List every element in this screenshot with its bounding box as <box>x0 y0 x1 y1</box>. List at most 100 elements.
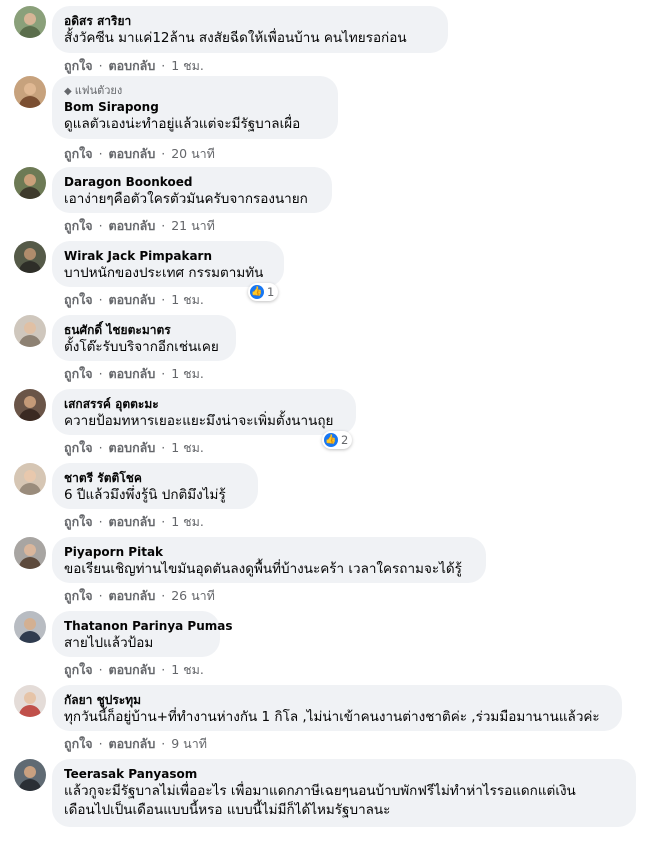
like-button[interactable]: ถูกใจ <box>64 736 93 751</box>
like-button[interactable]: ถูกใจ <box>64 440 93 455</box>
commenter-name[interactable]: Bom Sirapong <box>64 99 326 115</box>
timestamp[interactable]: 1 ชม. <box>171 440 204 455</box>
comment-bubble: ธนศักดิ์ ไชยตะมาตร ตั้งโต๊ะรับบริจากอีกเ… <box>52 315 236 361</box>
timestamp[interactable]: 1 ชม. <box>171 366 204 381</box>
commenter-name[interactable]: Daragon Boonkoed <box>64 174 320 190</box>
comment-bubble: ชาตรี รัตติโชค 6 ปีแล้วมึงพึ่งรู้นิ ปกติ… <box>52 463 258 509</box>
reply-button[interactable]: ตอบกลับ <box>109 736 156 751</box>
timestamp[interactable]: 9 นาที <box>171 736 207 751</box>
comment-text-line-2: เดือนไปเป็นเดือนแบบนี้หรอ แบบนี้ไม่มีก็ไ… <box>64 802 391 818</box>
separator: · <box>161 588 166 603</box>
comment-actions: ถูกใจ · ตอบกลับ · 1 ชม. <box>64 438 206 458</box>
separator: · <box>161 146 166 161</box>
reply-button[interactable]: ตอบกลับ <box>109 292 156 307</box>
commenter-name[interactable]: Thatanon Parinya Pumas <box>64 618 233 634</box>
reply-button[interactable]: ตอบกลับ <box>109 146 156 161</box>
comment-text: 6 ปีแล้วมึงพึ่งรู้นิ ปกติมึงไม่รู้ <box>64 487 226 503</box>
separator: · <box>98 662 103 677</box>
comment-bubble: Teerasak Panyasom แล้วกูจะมีรัฐบาลไม่เพื… <box>52 759 636 827</box>
comment-text: เอาง่ายๆคือตัวใครตัวมันครับจากรองนายก <box>64 191 308 207</box>
comment-text: ควายป้อมทหารเยอะแยะมึงน่าจะเพิ่มตั้งนานถ… <box>64 413 334 429</box>
reply-button[interactable]: ตอบกลับ <box>109 588 156 603</box>
reply-button[interactable]: ตอบกลับ <box>109 662 156 677</box>
comment-actions: ถูกใจ · ตอบกลับ · 21 นาที <box>64 216 217 236</box>
like-button[interactable]: ถูกใจ <box>64 58 93 73</box>
commenter-name[interactable]: ชาตรี รัตติโชค <box>64 470 246 486</box>
commenter-name[interactable]: Wirak Jack Pimpakarn <box>64 248 272 264</box>
like-button[interactable]: ถูกใจ <box>64 366 93 381</box>
avatar[interactable] <box>14 241 46 273</box>
like-button[interactable]: ถูกใจ <box>64 146 93 161</box>
separator: · <box>98 218 103 233</box>
reply-button[interactable]: ตอบกลับ <box>109 514 156 529</box>
separator: · <box>161 440 166 455</box>
comment-text: สั้งวัคซีน มาแค่12ล้าน สงสัยฉีดให้เพื่อน… <box>64 30 407 46</box>
like-button[interactable]: ถูกใจ <box>64 218 93 233</box>
comment-actions: ถูกใจ · ตอบกลับ · 1 ชม. <box>64 512 206 532</box>
separator: · <box>161 58 166 73</box>
timestamp[interactable]: 20 นาที <box>171 146 215 161</box>
comment-bubble: กัลยา ชูประทุม ทุกวันนี้ก็อยู่บ้าน+ที่ทำ… <box>52 685 622 731</box>
comment-actions: ถูกใจ · ตอบกลับ · 26 นาที <box>64 586 217 606</box>
badge-label: แฟนตัวยง <box>74 84 123 97</box>
like-thumb-icon: 👍 <box>250 285 264 299</box>
avatar[interactable] <box>14 167 46 199</box>
commenter-name[interactable]: Teerasak Panyasom <box>64 766 624 782</box>
avatar[interactable] <box>14 389 46 421</box>
reaction-number: 1 <box>267 285 275 299</box>
reaction-count[interactable]: 👍 1 <box>248 283 279 301</box>
comment-bubble: ◆ แฟนตัวยง Bom Sirapong ดูแลตัวเองน่ะทำอย… <box>52 76 338 139</box>
like-thumb-icon: 👍 <box>324 433 338 447</box>
avatar[interactable] <box>14 759 46 791</box>
comment-text: บาปหนักของประเทศ กรรมตามทัน <box>64 265 264 281</box>
top-fan-badge: ◆ แฟนตัวยง <box>64 83 326 98</box>
timestamp[interactable]: 1 ชม. <box>171 58 204 73</box>
comment-text: ทุกวันนี้ก็อยู่บ้าน+ที่ทำงานห่างกัน 1 กิ… <box>64 709 600 725</box>
avatar[interactable] <box>14 537 46 569</box>
comment-text: ตั้งโต๊ะรับบริจากอีกเช่นเคย <box>64 339 219 355</box>
reaction-count[interactable]: 👍 2 <box>322 431 353 449</box>
commenter-name[interactable]: กัลยา ชูประทุม <box>64 692 610 708</box>
separator: · <box>98 58 103 73</box>
comment-bubble: Daragon Boonkoed เอาง่ายๆคือตัวใครตัวมัน… <box>52 167 332 213</box>
comment-actions: ถูกใจ · ตอบกลับ · 1 ชม. <box>64 290 206 310</box>
timestamp[interactable]: 1 ชม. <box>171 292 204 307</box>
separator: · <box>98 736 103 751</box>
reply-button[interactable]: ตอบกลับ <box>109 440 156 455</box>
like-button[interactable]: ถูกใจ <box>64 514 93 529</box>
timestamp[interactable]: 1 ชม. <box>171 662 204 677</box>
reply-button[interactable]: ตอบกลับ <box>109 366 156 381</box>
avatar[interactable] <box>14 685 46 717</box>
comment-text: สายไปแล้วป้อม <box>64 635 154 651</box>
timestamp[interactable]: 26 นาที <box>171 588 215 603</box>
reply-button[interactable]: ตอบกลับ <box>109 58 156 73</box>
comment-text: ขอเรียนเชิญท่านไขมันอุดตันลงดูพื้นที่บ้า… <box>64 561 462 577</box>
commenter-name[interactable]: อดิสร สาริยา <box>64 13 436 29</box>
avatar[interactable] <box>14 6 46 38</box>
comment-actions: ถูกใจ · ตอบกลับ · 1 ชม. <box>64 56 206 76</box>
separator: · <box>161 366 166 381</box>
avatar[interactable] <box>14 611 46 643</box>
comment-bubble: อดิสร สาริยา สั้งวัคซีน มาแค่12ล้าน สงสั… <box>52 6 448 53</box>
reply-button[interactable]: ตอบกลับ <box>109 218 156 233</box>
comment-actions: ถูกใจ · ตอบกลับ · 1 ชม. <box>64 364 206 384</box>
avatar[interactable] <box>14 463 46 495</box>
comment-actions: ถูกใจ · ตอบกลับ · 1 ชม. <box>64 660 206 680</box>
avatar[interactable] <box>14 76 46 108</box>
timestamp[interactable]: 1 ชม. <box>171 514 204 529</box>
reaction-number: 2 <box>341 433 349 447</box>
like-button[interactable]: ถูกใจ <box>64 588 93 603</box>
commenter-name[interactable]: เสกสรรค์ อุตตะมะ <box>64 396 344 412</box>
timestamp[interactable]: 21 นาที <box>171 218 215 233</box>
like-button[interactable]: ถูกใจ <box>64 662 93 677</box>
comment-text: ดูแลตัวเองน่ะทำอยู่แล้วแต่จะมีรัฐบาลเผื่… <box>64 116 301 132</box>
commenter-name[interactable]: ธนศักดิ์ ไชยตะมาตร <box>64 322 224 338</box>
avatar[interactable] <box>14 315 46 347</box>
commenter-name[interactable]: Piyaporn Pitak <box>64 544 474 560</box>
separator: · <box>161 736 166 751</box>
separator: · <box>161 662 166 677</box>
separator: · <box>98 292 103 307</box>
comment-actions: ถูกใจ · ตอบกลับ · 9 นาที <box>64 734 209 754</box>
separator: · <box>161 218 166 233</box>
like-button[interactable]: ถูกใจ <box>64 292 93 307</box>
